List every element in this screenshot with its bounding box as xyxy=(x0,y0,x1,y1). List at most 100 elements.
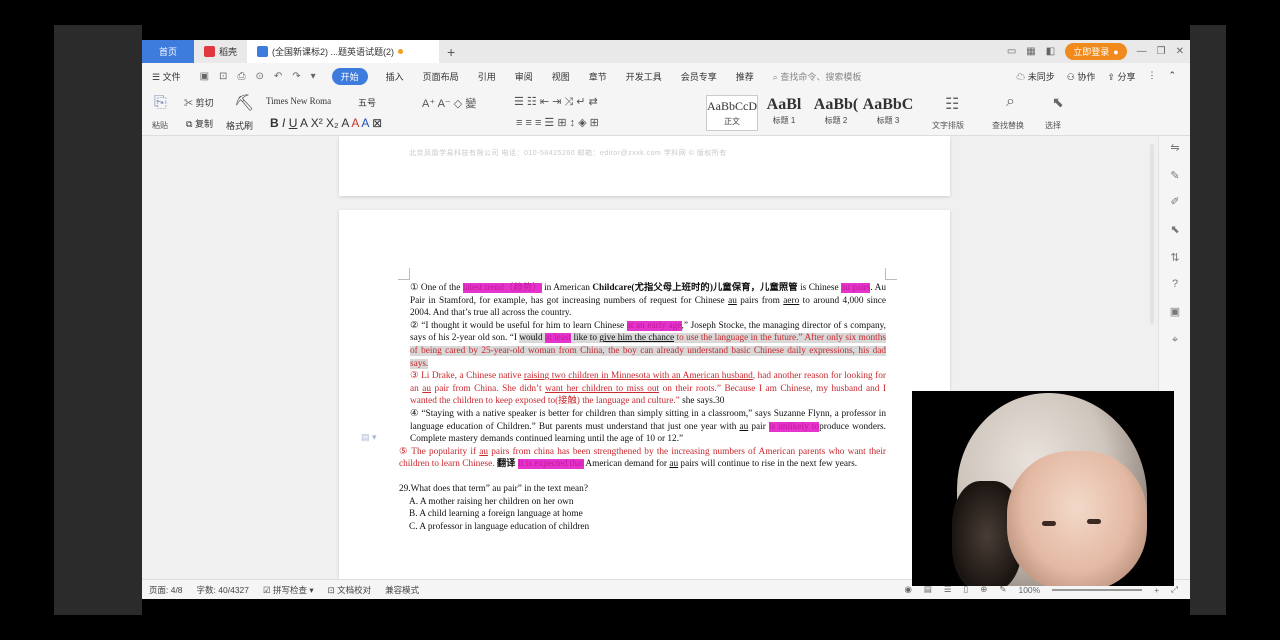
format-painter-icon[interactable]: ⛏ xyxy=(234,93,254,113)
paste-icon[interactable]: ⎘ xyxy=(154,94,167,112)
word-count[interactable]: 字数: 40/4327 xyxy=(197,584,249,596)
font-family-select[interactable]: Times New Roma xyxy=(266,96,358,110)
paragraph-3: ③ Li Drake, a Chinese native raising two… xyxy=(410,370,886,408)
menu-start[interactable]: 开始 xyxy=(331,68,368,85)
login-button[interactable]: 立即登录 ● xyxy=(1065,43,1127,60)
paragraph-align-icons[interactable]: ≡ ≡ ≡ ☰ ⊞ ↕ ◈ ⊞ xyxy=(516,116,599,129)
proofread-button[interactable]: ⊡ 文档校对 xyxy=(328,584,372,596)
select-cursor-icon[interactable]: ⬉ xyxy=(1052,94,1064,111)
help-icon[interactable]: ? xyxy=(1169,278,1181,290)
undo-icon[interactable]: ↶ xyxy=(274,71,282,82)
checkbox-icon: ☑ xyxy=(263,584,273,595)
menu-review[interactable]: 审阅 xyxy=(515,70,533,83)
cut-button[interactable]: ✂ 剪切 xyxy=(184,96,214,109)
tab-home[interactable]: 首页 xyxy=(142,40,194,63)
style-normal-label: 正文 xyxy=(724,117,740,126)
copy-icon: ⧉ xyxy=(186,119,193,129)
sync-button[interactable]: ☁ 未同步 xyxy=(1016,70,1055,83)
menu-insert[interactable]: 插入 xyxy=(386,70,404,83)
margin-corner-tl xyxy=(398,268,410,280)
tab-document[interactable]: (全国新课标2) ...题英语试题(2) xyxy=(247,40,440,63)
paragraph-list-icons[interactable]: ☰ ☷ ⇤ ⇥ ⤨ ↵ ⇄ xyxy=(514,95,598,109)
spell-check-button[interactable]: ☑ 拼写检查 ▾ xyxy=(263,584,314,596)
window-layout-icon[interactable]: ▭ xyxy=(1007,46,1016,57)
text-layout-icon[interactable]: ☷ xyxy=(945,94,959,114)
tab-docer[interactable]: 稻壳 xyxy=(194,40,247,63)
apps-grid-icon[interactable]: ▦ xyxy=(1026,46,1035,57)
titlebar-right: ▭ ▦ ◧ 立即登录 ● — ❐ ✕ xyxy=(1007,43,1190,60)
location-icon[interactable]: ⌖ xyxy=(1169,334,1181,346)
margin-corner-tr xyxy=(885,268,897,280)
question-29: 29.What does that term” au pair” in the … xyxy=(399,483,588,494)
menu-section[interactable]: 章节 xyxy=(589,70,607,83)
document-body[interactable]: ① One of the latest trend（趋势） in America… xyxy=(399,282,886,533)
right-backdrop xyxy=(1190,25,1226,615)
compat-mode: 兼容模式 xyxy=(385,584,420,595)
image-tool-icon[interactable]: ▣ xyxy=(1169,306,1181,318)
text-format-icons[interactable]: B I U A X² X₂ A A A ⊠ xyxy=(270,116,382,130)
style-normal[interactable]: AaBbCcDd 正文 xyxy=(706,95,758,131)
menu-file-label: 文件 xyxy=(162,72,181,82)
eye-protection-icon[interactable]: ◉ xyxy=(904,584,911,595)
restore-icon[interactable]: ❐ xyxy=(1157,46,1166,57)
new-tab-button[interactable]: + xyxy=(447,44,455,60)
select-button[interactable]: 选择 xyxy=(1045,120,1061,131)
adjust-icon[interactable]: ⇅ xyxy=(1169,252,1181,264)
p5-underline-au-2: au xyxy=(669,459,679,470)
minimize-icon[interactable]: — xyxy=(1137,46,1147,57)
p1-underline-aero: aero xyxy=(783,295,800,306)
menu-view[interactable]: 视图 xyxy=(552,70,570,83)
export-icon[interactable]: ⊡ xyxy=(219,71,227,82)
current-page[interactable]: ▤ ▾ ① One of the latest trend（趋势） in Ame… xyxy=(339,210,950,579)
collapse-ribbon-icon[interactable]: ⌃ xyxy=(1168,70,1176,83)
command-search[interactable]: ⌕ 查找命令、搜索模板 xyxy=(773,70,862,83)
menu-file[interactable]: ☰ 文件 xyxy=(152,70,181,83)
style-pane-icon[interactable]: ✎ xyxy=(1169,170,1181,182)
left-backdrop xyxy=(54,25,142,615)
page-header-text: 北京凤凰学易科技有限公司 电话：010-58425260 邮箱：editor@z… xyxy=(409,150,727,157)
p4-underline-au: au xyxy=(739,421,749,432)
p5-translate-label: 翻译 xyxy=(494,459,518,470)
zoom-in-icon[interactable]: + xyxy=(1154,585,1159,595)
edit-pen-icon[interactable]: ✐ xyxy=(1169,196,1181,208)
share-button[interactable]: ⇪ 分享 xyxy=(1107,70,1135,83)
zoom-level[interactable]: 100% xyxy=(1018,585,1040,595)
quick-access-toolbar: ▣ ⊡ ⎙ ⊙ ↶ ↷ ▾ xyxy=(200,71,316,82)
text-layout-button[interactable]: 文字排版 xyxy=(932,120,964,131)
font-grow-shrink-icons[interactable]: A⁺ A⁻ ◇ 變 xyxy=(422,95,476,111)
style-heading-1[interactable]: AaBl 标题 1 xyxy=(758,95,810,131)
close-icon[interactable]: ✕ xyxy=(1176,46,1184,57)
menu-developer[interactable]: 开发工具 xyxy=(626,70,662,83)
menu-member[interactable]: 会员专享 xyxy=(681,70,717,83)
find-replace-icon[interactable]: ⌕ xyxy=(1006,93,1015,111)
collapse-panel-icon[interactable]: ⇋ xyxy=(1169,142,1181,154)
zoom-slider[interactable] xyxy=(1052,588,1143,591)
overflow-icon[interactable]: ⋮ xyxy=(1147,70,1156,83)
preview-icon[interactable]: ⊙ xyxy=(255,71,263,82)
vertical-scrollbar[interactable] xyxy=(1150,144,1154,324)
print-icon[interactable]: ⎙ xyxy=(237,71,245,82)
redo-icon[interactable]: ↷ xyxy=(292,71,300,82)
more-icon[interactable]: ▾ xyxy=(311,71,316,82)
font-size-select[interactable]: 五号 xyxy=(358,96,412,110)
menu-bar: ☰ 文件 ▣ ⊡ ⎙ ⊙ ↶ ↷ ▾ 开始 插入 页面布局 引用 审阅 视图 章… xyxy=(142,63,1190,90)
paragraph-marker-icon[interactable]: ▤ ▾ xyxy=(361,432,377,443)
style-heading-3[interactable]: AaBbC 标题 3 xyxy=(862,95,914,131)
p2-text-c: like to xyxy=(571,333,600,344)
menu-references[interactable]: 引用 xyxy=(478,70,496,83)
save-icon[interactable]: ▣ xyxy=(200,71,209,82)
p1-text-a: ① One of the xyxy=(410,283,463,293)
menu-page-layout[interactable]: 页面布局 xyxy=(423,70,459,83)
skin-icon[interactable]: ◧ xyxy=(1046,46,1055,57)
paste-button[interactable]: 粘贴 xyxy=(152,120,168,131)
collab-button[interactable]: ⚇ 协作 xyxy=(1067,70,1096,83)
menu-recommend[interactable]: 推荐 xyxy=(736,70,754,83)
format-painter-button[interactable]: 格式刷 xyxy=(226,119,253,132)
select-pointer-icon[interactable]: ⬉ xyxy=(1169,224,1181,236)
style-heading-3-sample: AaBbC xyxy=(862,96,914,113)
find-replace-button[interactable]: 查找替换 xyxy=(992,120,1024,131)
copy-button[interactable]: ⧉ 复制 xyxy=(186,117,213,130)
page-indicator[interactable]: 页面: 4/8 xyxy=(149,584,183,596)
option-b: B. A child learning a foreign language a… xyxy=(409,509,583,520)
style-heading-2[interactable]: AaBb( 标题 2 xyxy=(810,95,862,131)
